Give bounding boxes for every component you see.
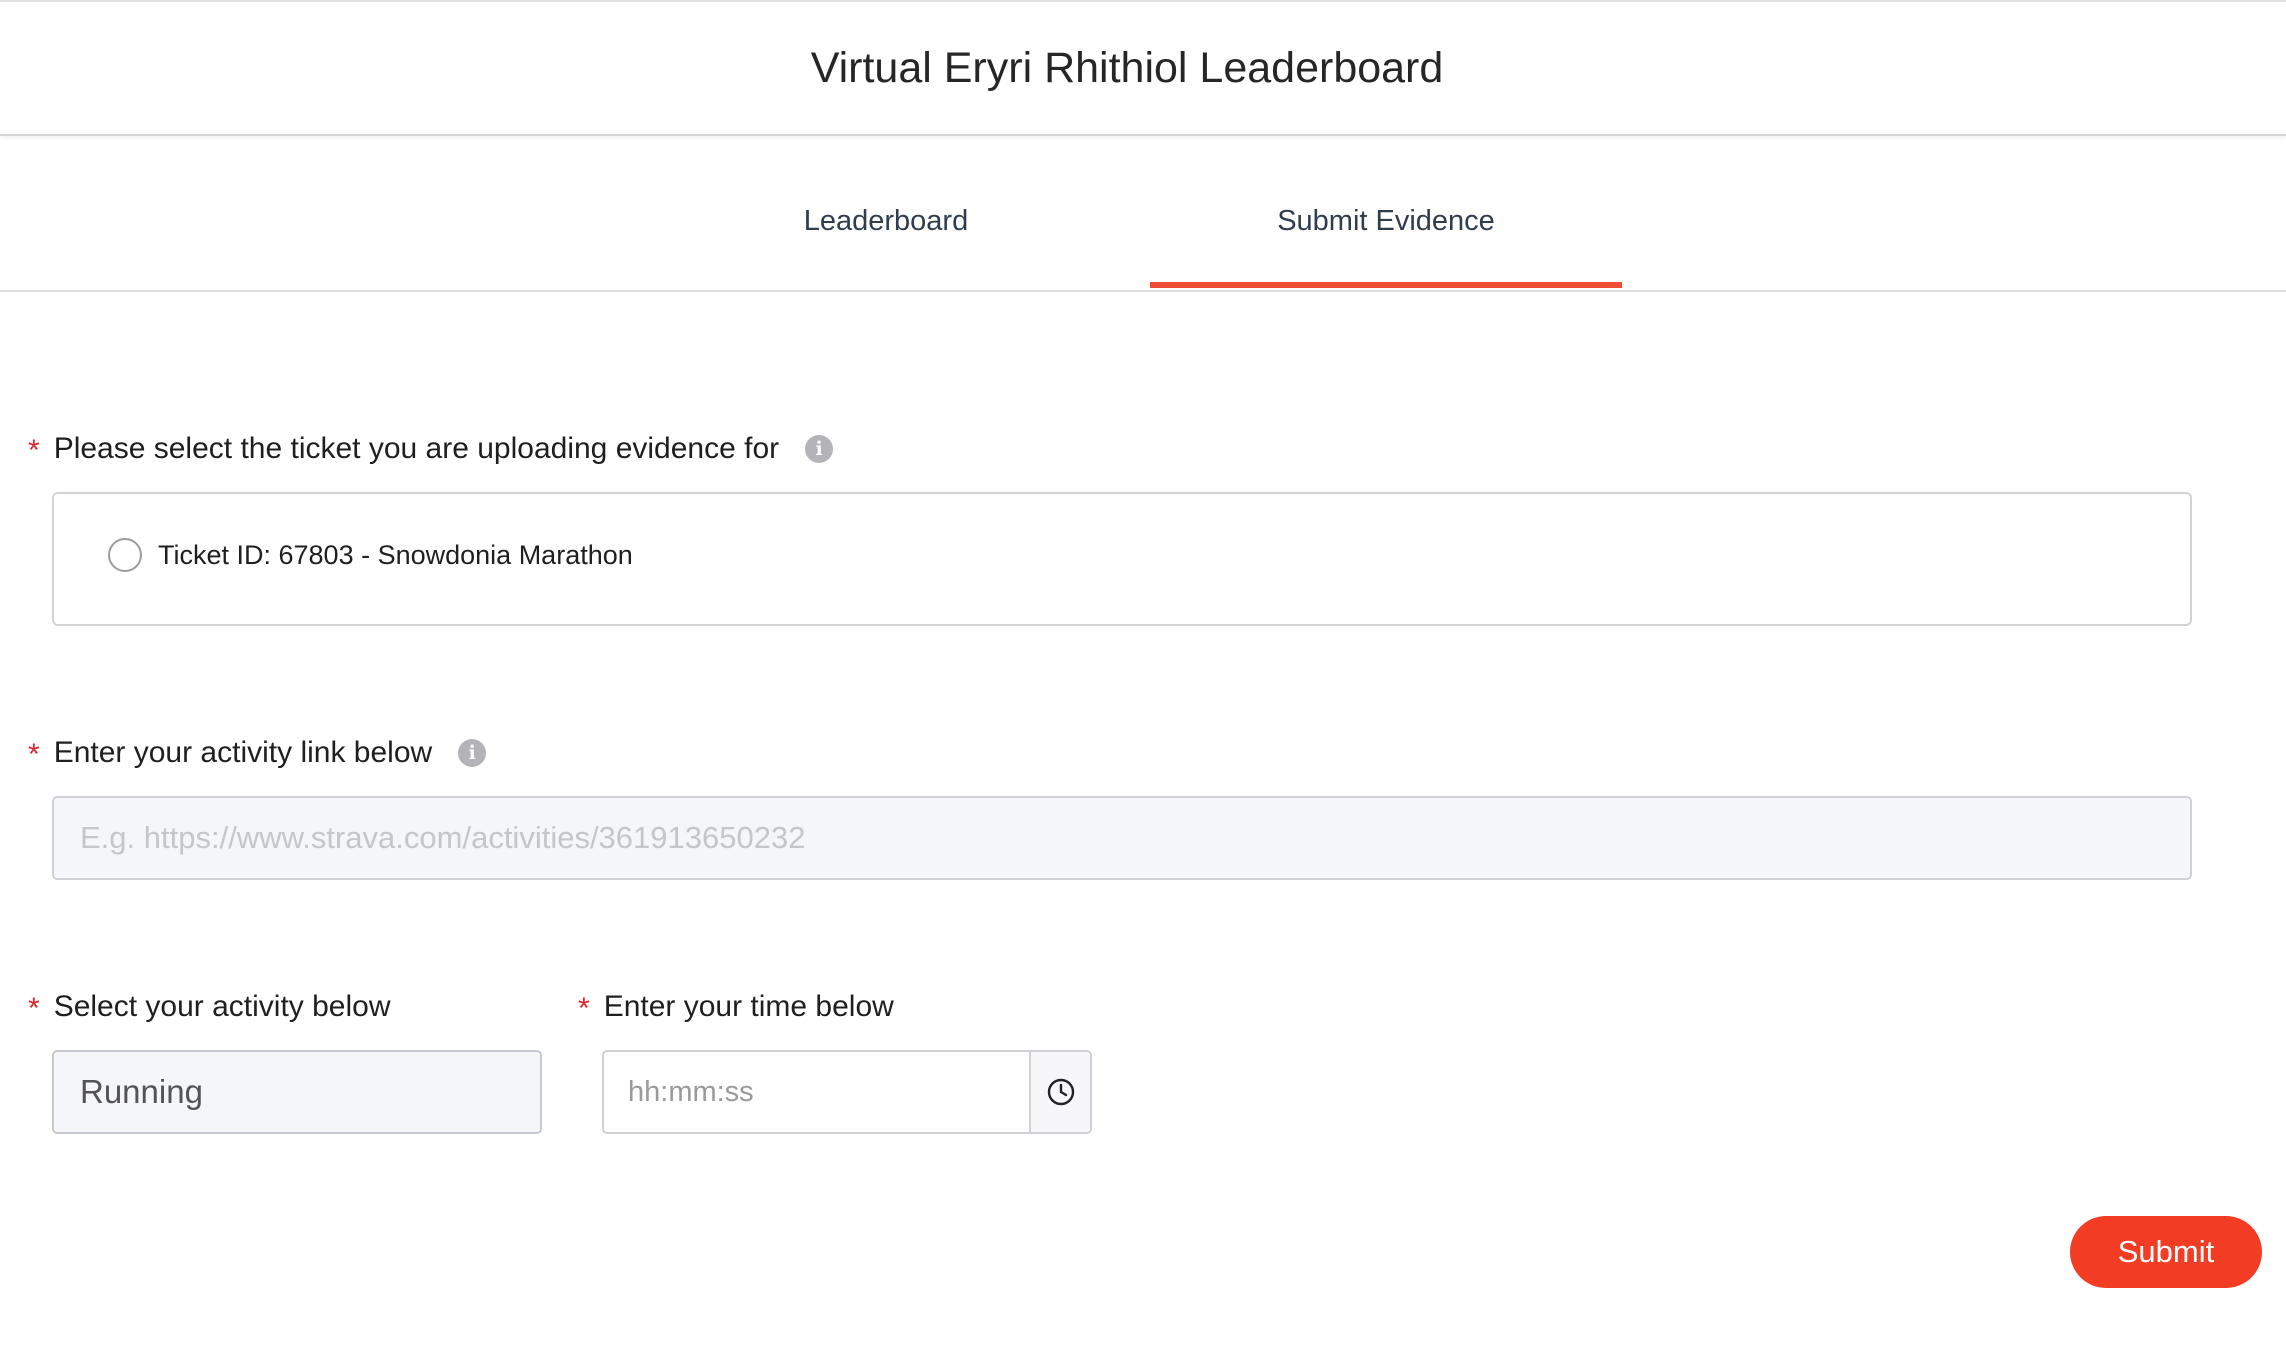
tab-bar: Leaderboard Submit Evidence xyxy=(0,136,2286,292)
activity-link-field-label: * Enter your activity link below i xyxy=(28,736,487,771)
required-asterisk: * xyxy=(578,992,590,1025)
ticket-label-text: Please select the ticket you are uploadi… xyxy=(53,432,780,465)
tab-leaderboard[interactable]: Leaderboard xyxy=(650,136,1122,290)
activity-link-label-text: Enter your activity link below xyxy=(53,736,433,769)
clock-icon[interactable] xyxy=(1029,1052,1090,1132)
required-asterisk: * xyxy=(28,738,40,771)
activity-select[interactable]: Running xyxy=(52,1050,542,1134)
radio-button[interactable] xyxy=(108,538,142,572)
page-title: Virtual Eryri Rhithiol Leaderboard xyxy=(810,43,1444,92)
tab-submit-evidence[interactable]: Submit Evidence xyxy=(1150,136,1622,290)
header-bar: Virtual Eryri Rhithiol Leaderboard xyxy=(0,0,2286,136)
time-label-text: Enter your time below xyxy=(603,990,894,1023)
activity-link-input[interactable] xyxy=(52,796,2192,880)
time-field-label: * Enter your time below xyxy=(578,990,894,1025)
activity-select-value: Running xyxy=(80,1073,203,1110)
ticket-options-box: Ticket ID: 67803 - Snowdonia Marathon xyxy=(52,492,2192,626)
activity-field-label: * Select your activity below xyxy=(28,990,391,1025)
time-picker xyxy=(602,1050,1092,1134)
tab-leaderboard-label: Leaderboard xyxy=(803,204,969,237)
active-tab-indicator xyxy=(1150,282,1622,288)
ticket-radio-option[interactable]: Ticket ID: 67803 - Snowdonia Marathon xyxy=(108,538,633,572)
info-icon[interactable]: i xyxy=(805,435,834,463)
required-asterisk: * xyxy=(28,992,40,1025)
submit-button[interactable]: Submit xyxy=(2070,1216,2262,1288)
info-icon[interactable]: i xyxy=(458,739,487,767)
ticket-field-label: * Please select the ticket you are uploa… xyxy=(28,432,834,467)
tab-submit-evidence-label: Submit Evidence xyxy=(1277,204,1495,237)
required-asterisk: * xyxy=(28,434,40,467)
activity-label-text: Select your activity below xyxy=(53,990,391,1023)
ticket-option-label: Ticket ID: 67803 - Snowdonia Marathon xyxy=(158,539,633,570)
time-input[interactable] xyxy=(604,1052,1029,1132)
